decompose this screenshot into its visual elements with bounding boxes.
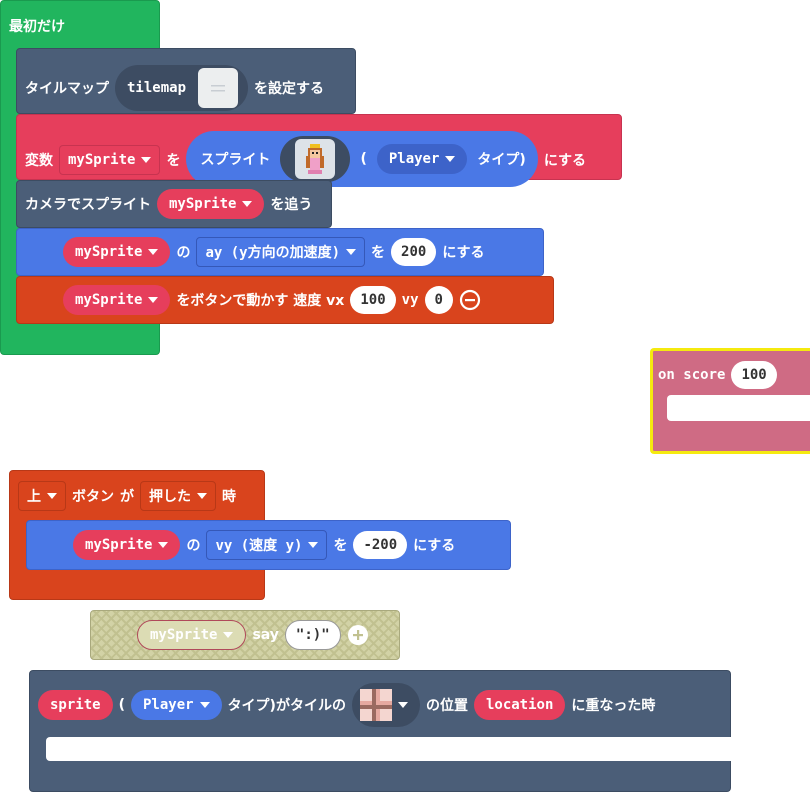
chevron-down-icon [242,201,253,207]
on-score-label: on score [658,367,726,383]
chevron-down-icon [158,542,169,548]
vx-input[interactable]: 100 [350,286,396,314]
chevron-down-icon [199,702,210,708]
variable-dropdown[interactable]: mySprite [59,145,161,175]
camera-variable-dropdown[interactable]: mySprite [157,189,265,219]
chevron-down-icon [397,702,408,708]
tile-thumbnail-icon [359,689,392,721]
on-score-block[interactable]: on score 100 [650,348,810,454]
camera-variable-value: mySprite [169,196,237,212]
move-variable-dropdown[interactable]: mySprite [63,285,171,315]
on-start-label: 最初だけ [9,19,65,35]
set-variable-suffix: にする [543,153,586,169]
chevron-down-icon [47,493,57,499]
set-variable-label: 変数 [25,153,53,169]
set-tilemap-prefix: タイルマップ [25,81,109,97]
add-parameter-icon[interactable] [347,624,369,646]
vy-variable-value: mySprite [85,537,153,553]
on-score-slot [667,395,810,421]
variable-dropdown-value: mySprite [68,152,136,168]
ay-property-value: ay (y方向の加速度) [205,245,341,261]
chevron-down-icon [148,249,159,255]
when-label: 時 [222,489,236,505]
move-variable-value: mySprite [75,292,143,308]
overlap-suffix: に重なった時 [571,698,656,714]
vy-of-label: の [186,538,201,554]
chevron-down-icon [197,493,207,499]
chevron-down-icon [223,632,234,638]
set-variable-block[interactable]: 変数 mySprite を スプライト (Player タイプ) にする [16,114,622,187]
overlap-paren-open: ( [118,697,125,713]
location-variable[interactable]: location [473,690,566,720]
move-label: をボタンで動かす 速度 vx [176,293,345,309]
sprite-variable-label: sprite [50,697,101,713]
ay-suffix: にする [442,245,485,261]
position-label: の位置 [425,698,468,714]
vy-property-value: vy (速度 y) [215,538,303,554]
vy-property-dropdown[interactable]: vy (速度 y) [206,530,328,560]
set-vy-block[interactable]: mySprite の vy (速度 y) を -200 にする [26,520,511,570]
sprite-kind-suffix: タイプ) [477,152,526,168]
say-block[interactable]: mySprite say ":)" [90,610,400,660]
tilemap-field-label: tilemap [127,80,187,96]
chevron-down-icon [346,249,357,255]
create-sprite-block[interactable]: スプライト ( Player タイプ) [186,131,538,187]
ay-of-label: の [176,245,191,261]
ay-property-dropdown[interactable]: ay (y方向の加速度) [196,237,366,267]
chevron-down-icon [445,156,456,162]
overlap-event-slot [46,737,732,761]
overlap-kind-dropdown[interactable]: Player [130,690,222,720]
set-ay-block[interactable]: mySprite の ay (y方向の加速度) を 200 にする [16,228,544,276]
chevron-down-icon [308,542,319,548]
sprite-kind-value: Player [388,151,440,167]
on-score-value[interactable]: 100 [731,361,777,389]
say-variable-value: mySprite [150,627,218,643]
chevron-down-icon [141,157,152,163]
say-text-input[interactable]: ":)" [284,620,341,650]
paren-open: ( [360,151,367,167]
chevron-down-icon [148,297,159,303]
overlap-kind-text: タイプ)がタイルの [227,698,346,714]
say-label: say [252,627,279,643]
vy-input[interactable]: 0 [424,286,453,314]
vy-value-input[interactable]: -200 [353,531,408,559]
remove-parameter-icon[interactable] [459,289,481,311]
vy-to-label: を [333,538,348,554]
camera-follow-block[interactable]: カメラでスプライト mySprite を追う [16,180,332,228]
action-dropdown-value: 押した [149,489,191,505]
location-variable-label: location [485,697,554,713]
ay-value-input[interactable]: 200 [391,238,437,266]
say-variable-dropdown[interactable]: mySprite [137,620,247,650]
button-dropdown-value: 上 [27,489,41,505]
action-dropdown[interactable]: 押した [140,481,216,511]
camera-follow-suffix: を追う [270,197,313,213]
ay-variable-value: mySprite [75,244,143,260]
button-label: ボタン [72,489,114,505]
camera-follow-prefix: カメラでスプライト [25,197,151,213]
tilemap-field[interactable]: tilemap [115,65,249,111]
vy-variable-dropdown[interactable]: mySprite [73,530,181,560]
button-dropdown[interactable]: 上 [18,481,66,511]
ay-variable-dropdown[interactable]: mySprite [63,237,171,267]
princess-sprite-icon [295,139,336,179]
set-tilemap-block[interactable]: タイルマップ tilemap を設定する [16,48,356,114]
vy-label: vy [401,292,419,308]
move-with-buttons-block[interactable]: mySprite をボタンで動かす 速度 vx 100 vy 0 [16,276,554,324]
tilemap-thumbnail-icon [198,68,239,108]
sprite-variable[interactable]: sprite [38,690,113,720]
vy-suffix: にする [413,538,456,554]
ay-to-label: を [371,245,386,261]
set-variable-to-label: を [166,153,181,169]
set-tilemap-suffix: を設定する [254,81,325,97]
overlap-tile-event-block[interactable]: sprite ( Player タイプ)がタイルの の位置 location に… [29,670,732,792]
ga-label: が [120,489,134,505]
tile-dropdown[interactable] [351,683,420,727]
sprite-image-field[interactable] [280,136,351,182]
overlap-kind-value: Player [142,697,194,713]
create-sprite-label: スプライト [200,152,271,168]
sprite-kind-dropdown[interactable]: Player [376,144,468,174]
